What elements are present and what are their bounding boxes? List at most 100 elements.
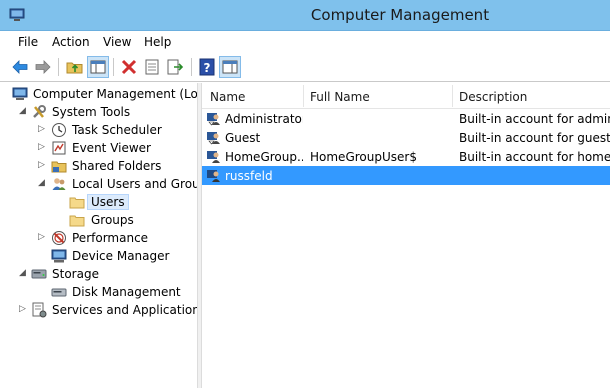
cell-name: HomeGroup... [225, 150, 303, 164]
users-list-view: Name Full Name Description Administrator… [202, 83, 610, 388]
shared-folder-icon [51, 161, 67, 173]
tree-item-event-viewer[interactable]: ▷ Event Viewer [0, 139, 197, 157]
tree-item-task-scheduler[interactable]: ▷ Task Scheduler [0, 121, 197, 139]
tree-item-label: Task Scheduler [72, 123, 162, 137]
menu-view[interactable]: View [103, 35, 131, 49]
tree-item-label: Users [87, 194, 129, 210]
console-tree: Computer Management (Local ◢ System Tool… [0, 83, 197, 388]
cell-full-name: HomeGroupUser$ [310, 150, 417, 164]
column-divider[interactable] [303, 85, 304, 107]
window-title: Computer Management [310, 6, 490, 24]
toolbar-separator [191, 58, 192, 76]
tree-item-storage[interactable]: ◢ Storage [0, 265, 197, 283]
tree-item-label: Device Manager [72, 249, 170, 263]
collapsed-arrow-icon[interactable]: ▷ [38, 124, 48, 136]
toolbar-separator [113, 58, 114, 76]
tree-item-computer-management[interactable]: Computer Management (Local [0, 85, 197, 103]
tree-item-system-tools[interactable]: ◢ System Tools [0, 103, 197, 121]
menu-file[interactable]: File [18, 35, 38, 49]
title-bar: Computer Management [0, 0, 610, 31]
tree-item-label: Storage [52, 267, 99, 281]
forward-button[interactable] [32, 56, 54, 78]
storage-icon [31, 269, 47, 279]
delete-button[interactable] [118, 56, 140, 78]
collapsed-arrow-icon[interactable]: ▷ [38, 160, 48, 172]
tree-item-local-users-and-groups[interactable]: ◢ Local Users and Groups [0, 175, 197, 193]
tree-item-label: Disk Management [72, 285, 181, 299]
event-viewer-icon [52, 141, 66, 155]
tree-item-users[interactable]: Users [0, 193, 197, 211]
svg-text:?: ? [204, 61, 211, 75]
tree-item-groups[interactable]: Groups [0, 211, 197, 229]
computer-management-icon [12, 87, 28, 100]
table-row[interactable]: Administrator Built-in account for admin… [202, 109, 610, 128]
table-row-selected[interactable]: russfeld [202, 166, 610, 185]
tree-item-label: Computer Management (Local [33, 87, 197, 101]
disk-management-icon [51, 288, 67, 297]
back-arrow-icon [12, 60, 28, 74]
show-hide-action-pane-button[interactable] [219, 56, 241, 78]
back-button[interactable] [9, 56, 31, 78]
expanded-arrow-icon[interactable]: ◢ [19, 268, 29, 280]
tree-item-performance[interactable]: ▷ Performance [0, 229, 197, 247]
performance-icon [52, 231, 66, 245]
menu-bar: File Action View Help [0, 31, 610, 53]
expanded-arrow-icon[interactable]: ◢ [19, 106, 29, 118]
user-icon [207, 132, 220, 145]
cell-description: Built-in account for homegr [459, 150, 610, 164]
cell-description: Built-in account for guest ac [459, 131, 610, 145]
collapsed-arrow-icon[interactable]: ▷ [38, 232, 48, 244]
tree-item-label: Local Users and Groups [72, 177, 197, 191]
tree-item-label: Performance [72, 231, 149, 245]
help-icon: ? [199, 58, 215, 76]
show-action-pane-icon [222, 60, 238, 74]
cell-description: Built-in account for adminis [459, 112, 610, 126]
services-icon [32, 302, 47, 318]
toolbar-separator [58, 58, 59, 76]
folder-icon [69, 215, 85, 227]
user-icon [207, 170, 220, 182]
export-list-button[interactable] [164, 56, 186, 78]
toolbar: ? [0, 53, 610, 82]
tree-item-label: System Tools [52, 105, 131, 119]
tree-item-disk-management[interactable]: Disk Management [0, 283, 197, 301]
tree-item-label: Event Viewer [72, 141, 151, 155]
delete-icon [121, 59, 137, 75]
users-group-icon [52, 178, 66, 190]
collapsed-arrow-icon[interactable]: ▷ [19, 304, 29, 316]
export-icon [167, 59, 184, 75]
column-divider[interactable] [452, 85, 453, 107]
column-header-description[interactable]: Description [459, 90, 527, 104]
column-header-name[interactable]: Name [210, 90, 245, 104]
forward-arrow-icon [35, 60, 51, 74]
help-button[interactable]: ? [196, 56, 218, 78]
column-header-full-name[interactable]: Full Name [310, 90, 370, 104]
properties-button[interactable] [141, 56, 163, 78]
table-row[interactable]: HomeGroup... HomeGroupUser$ Built-in acc… [202, 147, 610, 166]
tree-item-shared-folders[interactable]: ▷ Shared Folders [0, 157, 197, 175]
device-manager-icon [51, 249, 67, 263]
show-hide-console-tree-button[interactable] [87, 56, 109, 78]
up-one-level-button[interactable] [64, 56, 86, 78]
cell-name: russfeld [225, 169, 273, 183]
properties-icon [145, 59, 159, 75]
user-icon [207, 151, 220, 163]
up-folder-icon [66, 62, 83, 74]
tree-item-device-manager[interactable]: Device Manager [0, 247, 197, 265]
tree-item-services-and-applications[interactable]: ▷ Services and Applications [0, 301, 197, 319]
cell-name: Guest [225, 131, 261, 145]
menu-action[interactable]: Action [52, 35, 90, 49]
tree-item-label: Services and Applications [52, 303, 197, 317]
expanded-arrow-icon[interactable]: ◢ [38, 178, 48, 190]
show-hide-tree-icon [90, 60, 106, 74]
cell-name: Administrator [225, 112, 303, 126]
system-tools-icon [33, 105, 46, 118]
folder-icon [69, 197, 85, 209]
list-header: Name Full Name Description [202, 83, 610, 109]
clock-icon [52, 123, 66, 137]
table-row[interactable]: Guest Built-in account for guest ac [202, 128, 610, 147]
tree-item-label: Shared Folders [72, 159, 162, 173]
menu-help[interactable]: Help [144, 35, 171, 49]
collapsed-arrow-icon[interactable]: ▷ [38, 142, 48, 154]
tree-item-label: Groups [91, 213, 134, 227]
